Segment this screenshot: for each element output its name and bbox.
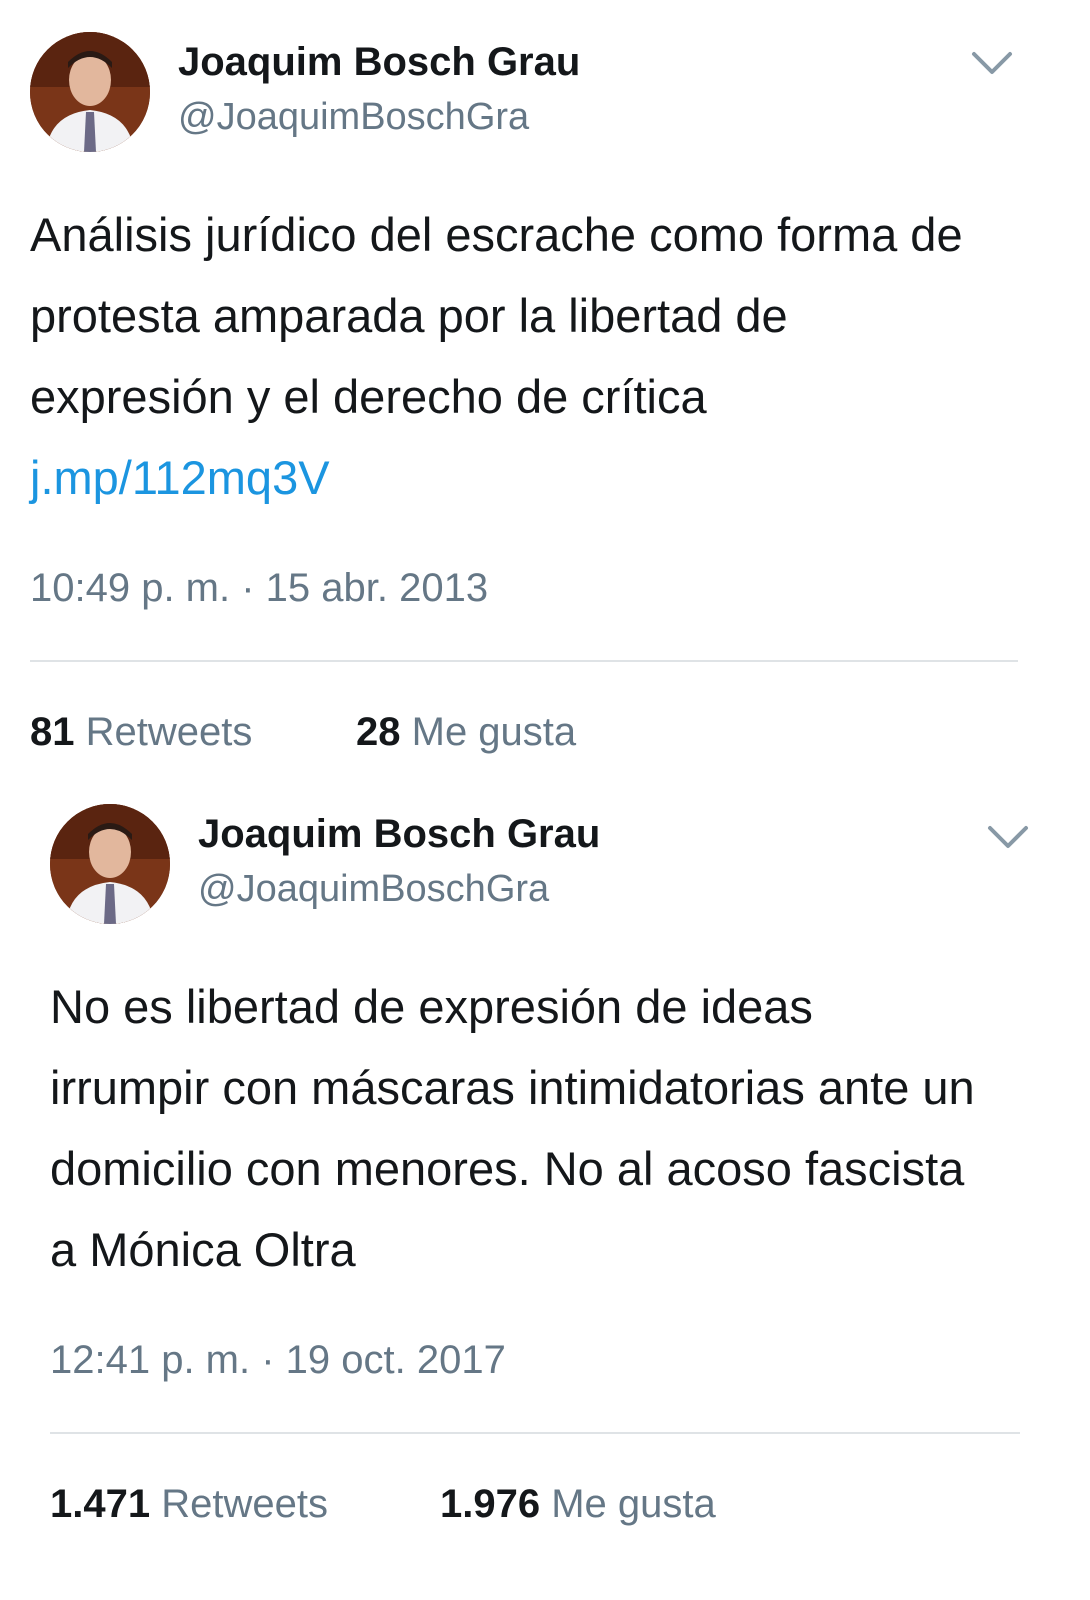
tweet-text: Análisis jurídico del escrache como form… [30, 194, 990, 518]
tweet-stats: 1.471 Retweets 1.976 Me gusta [50, 1482, 716, 1527]
avatar[interactable] [30, 32, 150, 152]
retweets-label: Retweets [161, 1482, 328, 1526]
divider [30, 660, 1018, 662]
tweet-text-content: Análisis jurídico del escrache como form… [30, 208, 963, 423]
author-name[interactable]: Joaquim Bosch Grau [198, 812, 600, 857]
likes-stat[interactable]: 28 Me gusta [356, 710, 576, 755]
tweet-text: No es libertad de expresión de ideas irr… [50, 980, 975, 1276]
author-handle[interactable]: @JoaquimBoschGra [178, 96, 529, 139]
tweet-stats: 81 Retweets 28 Me gusta [30, 710, 576, 755]
likes-stat[interactable]: 1.976 Me gusta [440, 1482, 716, 1527]
avatar-image [30, 32, 150, 152]
retweets-stat[interactable]: 81 Retweets [30, 710, 356, 755]
retweets-label: Retweets [85, 710, 253, 754]
author-name[interactable]: Joaquim Bosch Grau [178, 40, 580, 85]
avatar[interactable] [50, 804, 170, 924]
chevron-down-icon[interactable] [986, 822, 1030, 852]
chevron-down-icon[interactable] [970, 48, 1014, 78]
divider [50, 1432, 1020, 1434]
likes-count: 28 [356, 710, 401, 754]
retweets-count: 81 [30, 710, 75, 754]
tweet-link[interactable]: j.mp/112mq3V [30, 451, 330, 504]
retweets-count: 1.471 [50, 1482, 151, 1526]
avatar-image [50, 804, 170, 924]
likes-count: 1.976 [440, 1482, 541, 1526]
author-handle[interactable]: @JoaquimBoschGra [198, 868, 549, 911]
likes-label: Me gusta [411, 710, 577, 754]
likes-label: Me gusta [551, 1482, 716, 1526]
timestamp[interactable]: 10:49 p. m. · 15 abr. 2013 [30, 566, 488, 611]
retweets-stat[interactable]: 1.471 Retweets [50, 1482, 440, 1527]
timestamp[interactable]: 12:41 p. m. · 19 oct. 2017 [50, 1338, 506, 1383]
